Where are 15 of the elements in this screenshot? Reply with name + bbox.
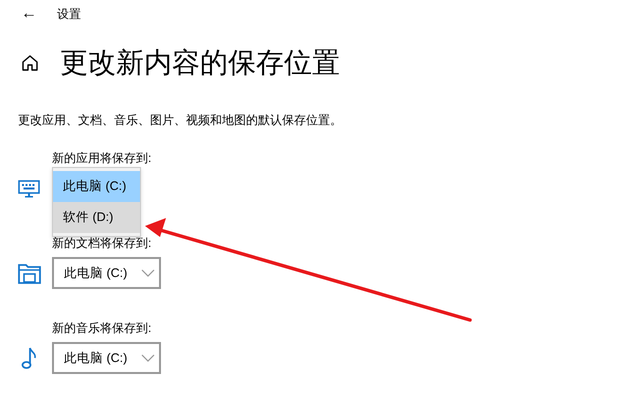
description: 更改应用、文档、音乐、图片、视频和地图的默认保存位置。 (18, 112, 343, 129)
dropdown-option[interactable]: 此电脑 (C:) (53, 171, 140, 202)
dropdown[interactable]: 此电脑 (C:) (52, 342, 161, 374)
field-label: 新的音乐将保存到: (52, 320, 152, 337)
field-label: 新的文档将保存到: (52, 235, 152, 252)
back-button[interactable]: ← (18, 6, 40, 22)
field-label: 新的应用将保存到: (52, 150, 152, 167)
folder-icon (18, 261, 42, 285)
chevron-icon (141, 354, 156, 362)
dropdown-option[interactable]: 软件 (D:) (53, 202, 140, 233)
chevron-icon (141, 269, 156, 277)
home-icon (20, 53, 40, 73)
window-title: 设置 (57, 6, 81, 23)
page-title: 更改新内容的保存位置 (60, 49, 340, 77)
dropdown[interactable]: 此电脑 (C:) (52, 257, 161, 289)
